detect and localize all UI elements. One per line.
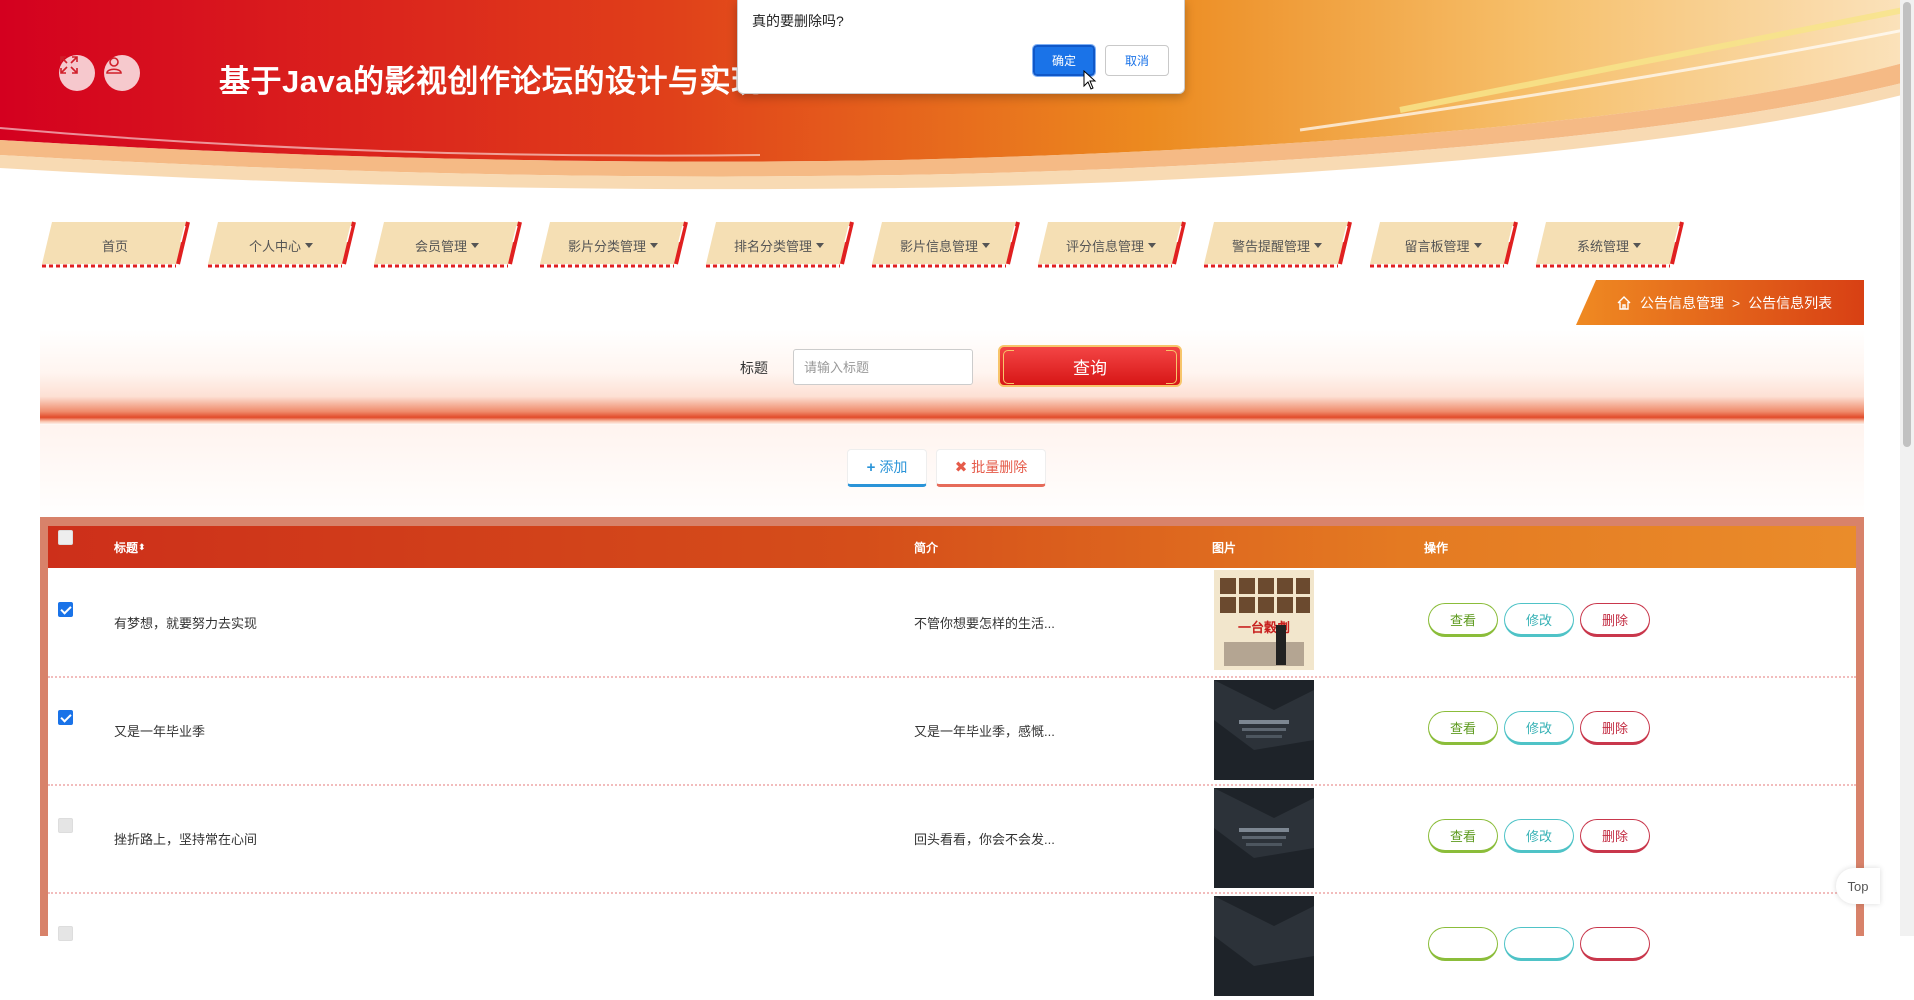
search-title-input[interactable]: [793, 349, 973, 385]
select-all-checkbox[interactable]: [58, 530, 73, 545]
view-button[interactable]: 查看: [1428, 819, 1498, 853]
nav-item-label: 影片信息管理: [899, 238, 978, 254]
announcement-table: 标题 ⬍ 简介 图片 操作 有梦想，就要努力去实现 不管你想要怎样的生活... 一…: [40, 517, 1864, 996]
view-button[interactable]: [1428, 927, 1498, 961]
dialog-message: 真的要删除吗?: [752, 13, 844, 29]
batch-delete-button[interactable]: ✖ 批量删除: [936, 449, 1046, 487]
mouse-cursor-icon: [1083, 70, 1097, 90]
edit-button[interactable]: 修改: [1504, 819, 1574, 853]
nav-item-label: 评分信息管理: [1065, 238, 1144, 254]
nav-item-label: 影片分类管理: [567, 238, 646, 254]
column-title-header[interactable]: 标题 ⬍: [114, 526, 146, 568]
caret-down-icon: [1473, 242, 1482, 248]
delete-button[interactable]: [1580, 927, 1650, 961]
nav-item[interactable]: 影片信息管理: [870, 220, 1020, 270]
user-button[interactable]: [104, 55, 140, 91]
row-poster-image: 一台穀劇: [1214, 570, 1314, 670]
caret-down-icon: [1314, 242, 1322, 248]
row-summary: 不管你想要怎样的生活...: [914, 615, 1055, 631]
nav-item[interactable]: 影片分类管理: [538, 220, 688, 270]
row-title: 又是一年毕业季: [114, 723, 206, 739]
main-nav: 首页 个人中心 会员管理 影片分类管理 排名分类管理 影片信息管理 评分信息管理 警告提醒管理…: [40, 220, 1684, 270]
caret-down-icon: [1633, 242, 1641, 248]
add-button[interactable]: + 添加: [847, 449, 927, 487]
breadcrumb: 公告信息管理 > 公告信息列表: [1576, 280, 1864, 325]
nav-item-label: 首页: [101, 238, 128, 254]
edit-button[interactable]: 修改: [1504, 711, 1574, 745]
row-checkbox[interactable]: [58, 818, 73, 833]
row-title: 有梦想，就要努力去实现: [114, 615, 258, 631]
table-row: 有梦想，就要努力去实现 不管你想要怎样的生活... 一台穀劇 查看 修改 删除: [48, 568, 1856, 678]
column-image-header: 图片: [1212, 540, 1237, 555]
caret-down-icon: [816, 242, 824, 248]
edit-button[interactable]: 修改: [1504, 603, 1574, 637]
x-icon: ✖: [954, 459, 968, 476]
nav-item-label: 系统管理: [1576, 238, 1629, 254]
row-checkbox[interactable]: [58, 926, 73, 941]
table-row: [48, 892, 1856, 1000]
delete-button[interactable]: 删除: [1580, 603, 1650, 637]
nav-item[interactable]: 会员管理: [372, 220, 522, 270]
fullscreen-button[interactable]: [59, 55, 95, 91]
nav-item-label: 警告提醒管理: [1231, 238, 1310, 254]
row-poster-image: [1214, 680, 1314, 780]
table-row: 又是一年毕业季 又是一年毕业季，感慨... 查看 修改 删除: [48, 676, 1856, 786]
expand-icon: [60, 56, 78, 74]
user-icon: [106, 57, 122, 74]
row-summary: 回头看看，你会不会发...: [914, 831, 1055, 847]
breadcrumb-current: 公告信息列表: [1748, 294, 1833, 311]
view-button[interactable]: 查看: [1428, 603, 1498, 637]
caret-down-icon: [650, 242, 658, 248]
caret-down-icon: [1148, 242, 1156, 248]
nav-item-label: 留言板管理: [1404, 238, 1470, 254]
column-summary-header: 简介: [914, 540, 939, 555]
page-scrollbar[interactable]: [1900, 0, 1914, 936]
query-button[interactable]: 查询: [998, 345, 1182, 387]
nav-item[interactable]: 个人中心: [206, 220, 356, 270]
caret-down-icon: [471, 242, 479, 248]
site-title: 基于Java的影视创作论坛的设计与实现: [219, 64, 763, 99]
scrollbar-thumb[interactable]: [1903, 2, 1911, 447]
row-title: 挫折路上，坚持常在心间: [114, 831, 258, 847]
nav-item[interactable]: 警告提醒管理: [1202, 220, 1352, 270]
home-icon[interactable]: [1616, 295, 1632, 311]
row-summary: 又是一年毕业季，感慨...: [914, 723, 1055, 739]
caret-down-icon: [982, 242, 990, 248]
column-title-label: 标题: [114, 540, 139, 555]
confirm-dialog: 真的要删除吗? 确定 取消: [737, 0, 1185, 94]
plus-icon: +: [866, 458, 876, 476]
table-row: 挫折路上，坚持常在心间 回头看看，你会不会发... 查看 修改 删除: [48, 784, 1856, 894]
nav-item[interactable]: 留言板管理: [1368, 220, 1518, 270]
add-button-label: 添加: [879, 459, 908, 475]
nav-item[interactable]: 排名分类管理: [704, 220, 854, 270]
batch-delete-label: 批量删除: [971, 459, 1028, 475]
nav-item-label: 个人中心: [248, 238, 301, 254]
view-button[interactable]: 查看: [1428, 711, 1498, 745]
nav-item[interactable]: 评分信息管理: [1036, 220, 1186, 270]
row-poster-image: [1214, 788, 1314, 888]
nav-item[interactable]: 系统管理: [1534, 220, 1684, 270]
sort-icon: ⬍: [138, 541, 146, 552]
delete-button[interactable]: 删除: [1580, 819, 1650, 853]
column-operation-header: 操作: [1424, 540, 1449, 555]
back-to-top-button[interactable]: Top: [1836, 868, 1880, 904]
search-title-label: 标题: [740, 360, 768, 376]
row-checkbox[interactable]: [58, 710, 73, 725]
dialog-cancel-button[interactable]: 取消: [1105, 45, 1169, 76]
delete-button[interactable]: 删除: [1580, 711, 1650, 745]
breadcrumb-parent[interactable]: 公告信息管理: [1640, 293, 1724, 313]
nav-item[interactable]: 首页: [40, 220, 190, 270]
breadcrumb-separator: >: [1732, 294, 1741, 311]
row-poster-image: [1214, 896, 1314, 996]
row-checkbox[interactable]: [58, 602, 73, 617]
table-header: 标题 ⬍ 简介 图片 操作: [48, 526, 1856, 568]
nav-item-label: 会员管理: [414, 238, 467, 254]
edit-button[interactable]: [1504, 927, 1574, 961]
nav-item-label: 排名分类管理: [733, 238, 812, 254]
caret-down-icon: [305, 242, 313, 248]
